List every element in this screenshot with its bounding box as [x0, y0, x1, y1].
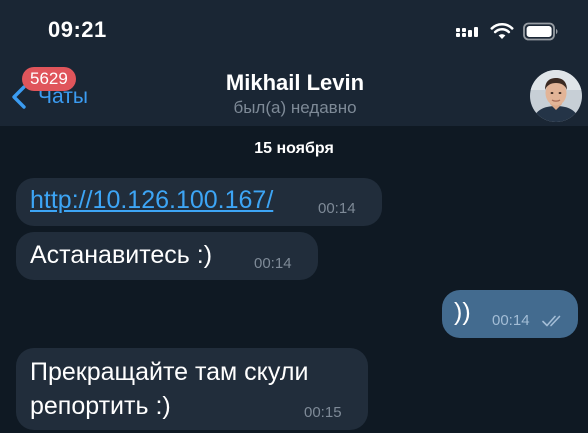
message-bubble-outgoing[interactable]: )) 00:14: [442, 290, 578, 338]
message-text-line: Прекращайте там скули: [30, 358, 309, 386]
avatar-photo: [530, 70, 582, 122]
status-time: 09:21: [48, 17, 107, 42]
message-text-line: репортить :): [30, 392, 171, 420]
message-text: Астанавитесь :): [30, 241, 213, 269]
wifi-icon: [490, 22, 514, 39]
unread-count-badge: 5629: [22, 67, 76, 91]
cellular-signal-icon: [456, 27, 478, 37]
message-bubble-incoming[interactable]: Прекращайте там скули репортить :) 00:15: [16, 348, 368, 430]
message-time: 00:14: [254, 255, 292, 272]
double-check-icon: [542, 315, 561, 327]
message-time: 00:14: [492, 312, 530, 329]
message-link[interactable]: http://10.126.100.167/: [30, 186, 273, 214]
message-time: 00:14: [318, 200, 356, 217]
message-text: http://10.126.100.167/: [30, 186, 273, 215]
chat-screen: 09:21 Чаты 5629 Mikhail Levin был(а) нед…: [0, 0, 588, 433]
chat-title[interactable]: Mikhail Levin: [120, 70, 470, 96]
date-separator: 15 ноября: [254, 140, 334, 157]
message-time: 00:15: [304, 404, 342, 421]
chat-header: 09:21 Чаты 5629 Mikhail Levin был(а) нед…: [0, 0, 588, 126]
contact-avatar[interactable]: [530, 70, 582, 122]
message-text: )): [454, 298, 471, 326]
battery-icon: [523, 22, 558, 41]
message-bubble-incoming[interactable]: http://10.126.100.167/ 00:14: [16, 178, 382, 226]
message-bubble-incoming[interactable]: Астанавитесь :) 00:14: [16, 232, 318, 280]
last-seen-status: был(а) недавно: [233, 98, 357, 117]
